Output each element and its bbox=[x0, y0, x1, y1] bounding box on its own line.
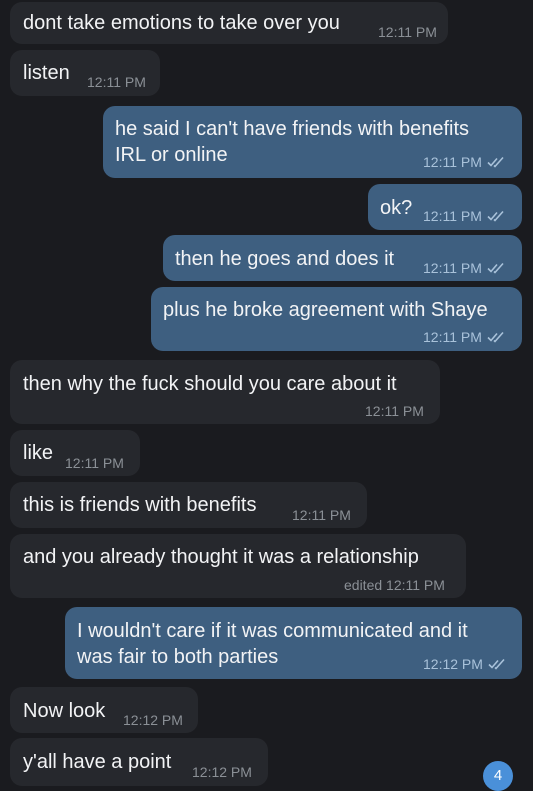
message-text-line1: I wouldn't care if it was communicated a… bbox=[77, 620, 468, 642]
message-time: 12:11 PM bbox=[378, 24, 437, 40]
message-time: 12:11 PM bbox=[423, 208, 482, 224]
message-text: this is friends with benefits bbox=[23, 494, 257, 516]
message-meta: 12:11 PM bbox=[423, 208, 505, 224]
message-bubble-incoming[interactable]: then why the fuck should you care about … bbox=[10, 360, 440, 424]
message-bubble-outgoing[interactable]: I wouldn't care if it was communicated a… bbox=[65, 607, 522, 679]
message-time: 12:11 PM bbox=[423, 329, 482, 345]
message-meta: 12:11 PM bbox=[423, 260, 505, 276]
message-text: ok? bbox=[380, 197, 413, 219]
message-text: and you already thought it was a relatio… bbox=[23, 546, 419, 568]
message-bubble-outgoing[interactable]: ok? 12:11 PM bbox=[368, 184, 522, 230]
message-time: 12:11 PM bbox=[65, 455, 124, 471]
message-time: 12:11 PM bbox=[292, 507, 351, 523]
message-text: listen bbox=[23, 62, 70, 84]
double-check-icon bbox=[487, 210, 504, 222]
message-text-line2: was fair to both parties bbox=[77, 646, 279, 668]
message-meta: 12:12 PM bbox=[423, 656, 506, 672]
message-time: 12:11 PM bbox=[423, 260, 482, 276]
message-bubble-incoming[interactable]: like 12:11 PM bbox=[10, 430, 140, 476]
message-text: then he goes and does it bbox=[175, 248, 395, 270]
message-bubble-outgoing[interactable]: then he goes and does it 12:11 PM bbox=[163, 235, 522, 281]
double-check-icon bbox=[487, 331, 504, 343]
double-check-icon bbox=[487, 262, 504, 274]
message-meta: 12:11 PM bbox=[423, 329, 505, 345]
message-time: 12:12 PM bbox=[423, 656, 483, 672]
message-time: 12:11 PM bbox=[365, 403, 424, 419]
double-check-icon bbox=[487, 156, 504, 168]
message-time: edited 12:11 PM bbox=[344, 577, 445, 593]
message-bubble-incoming[interactable]: this is friends with benefits 12:11 PM bbox=[10, 482, 367, 528]
message-text: then why the fuck should you care about … bbox=[23, 373, 397, 395]
message-bubble-outgoing[interactable]: plus he broke agreement with Shaye 12:11… bbox=[151, 287, 522, 351]
message-meta: 12:11 PM bbox=[423, 154, 505, 170]
message-text: y'all have a point bbox=[23, 751, 172, 773]
double-check-icon bbox=[488, 658, 505, 670]
message-text: Now look bbox=[23, 700, 106, 722]
message-bubble-incoming[interactable]: dont take emotions to take over you 12:1… bbox=[10, 2, 448, 44]
message-bubble-incoming[interactable]: y'all have a point 12:12 PM bbox=[10, 738, 268, 786]
message-text: dont take emotions to take over you bbox=[23, 12, 340, 34]
message-time: 12:11 PM bbox=[87, 74, 146, 90]
chat-history: dont take emotions to take over you 12:1… bbox=[0, 0, 533, 791]
message-text: plus he broke agreement with Shaye bbox=[163, 299, 488, 321]
message-bubble-incoming[interactable]: and you already thought it was a relatio… bbox=[10, 534, 466, 598]
message-text-line1: he said I can't have friends with benefi… bbox=[115, 118, 470, 140]
message-bubble-outgoing[interactable]: he said I can't have friends with benefi… bbox=[103, 106, 522, 178]
message-time: 12:12 PM bbox=[123, 712, 183, 728]
message-text-line2: IRL or online bbox=[115, 144, 228, 166]
message-bubble-incoming[interactable]: Now look 12:12 PM bbox=[10, 687, 198, 733]
message-text: like bbox=[23, 442, 54, 464]
unread-count-badge[interactable]: 4 bbox=[483, 761, 513, 791]
message-time: 12:12 PM bbox=[192, 764, 252, 780]
message-time: 12:11 PM bbox=[423, 154, 482, 170]
message-bubble-incoming[interactable]: listen 12:11 PM bbox=[10, 50, 160, 96]
